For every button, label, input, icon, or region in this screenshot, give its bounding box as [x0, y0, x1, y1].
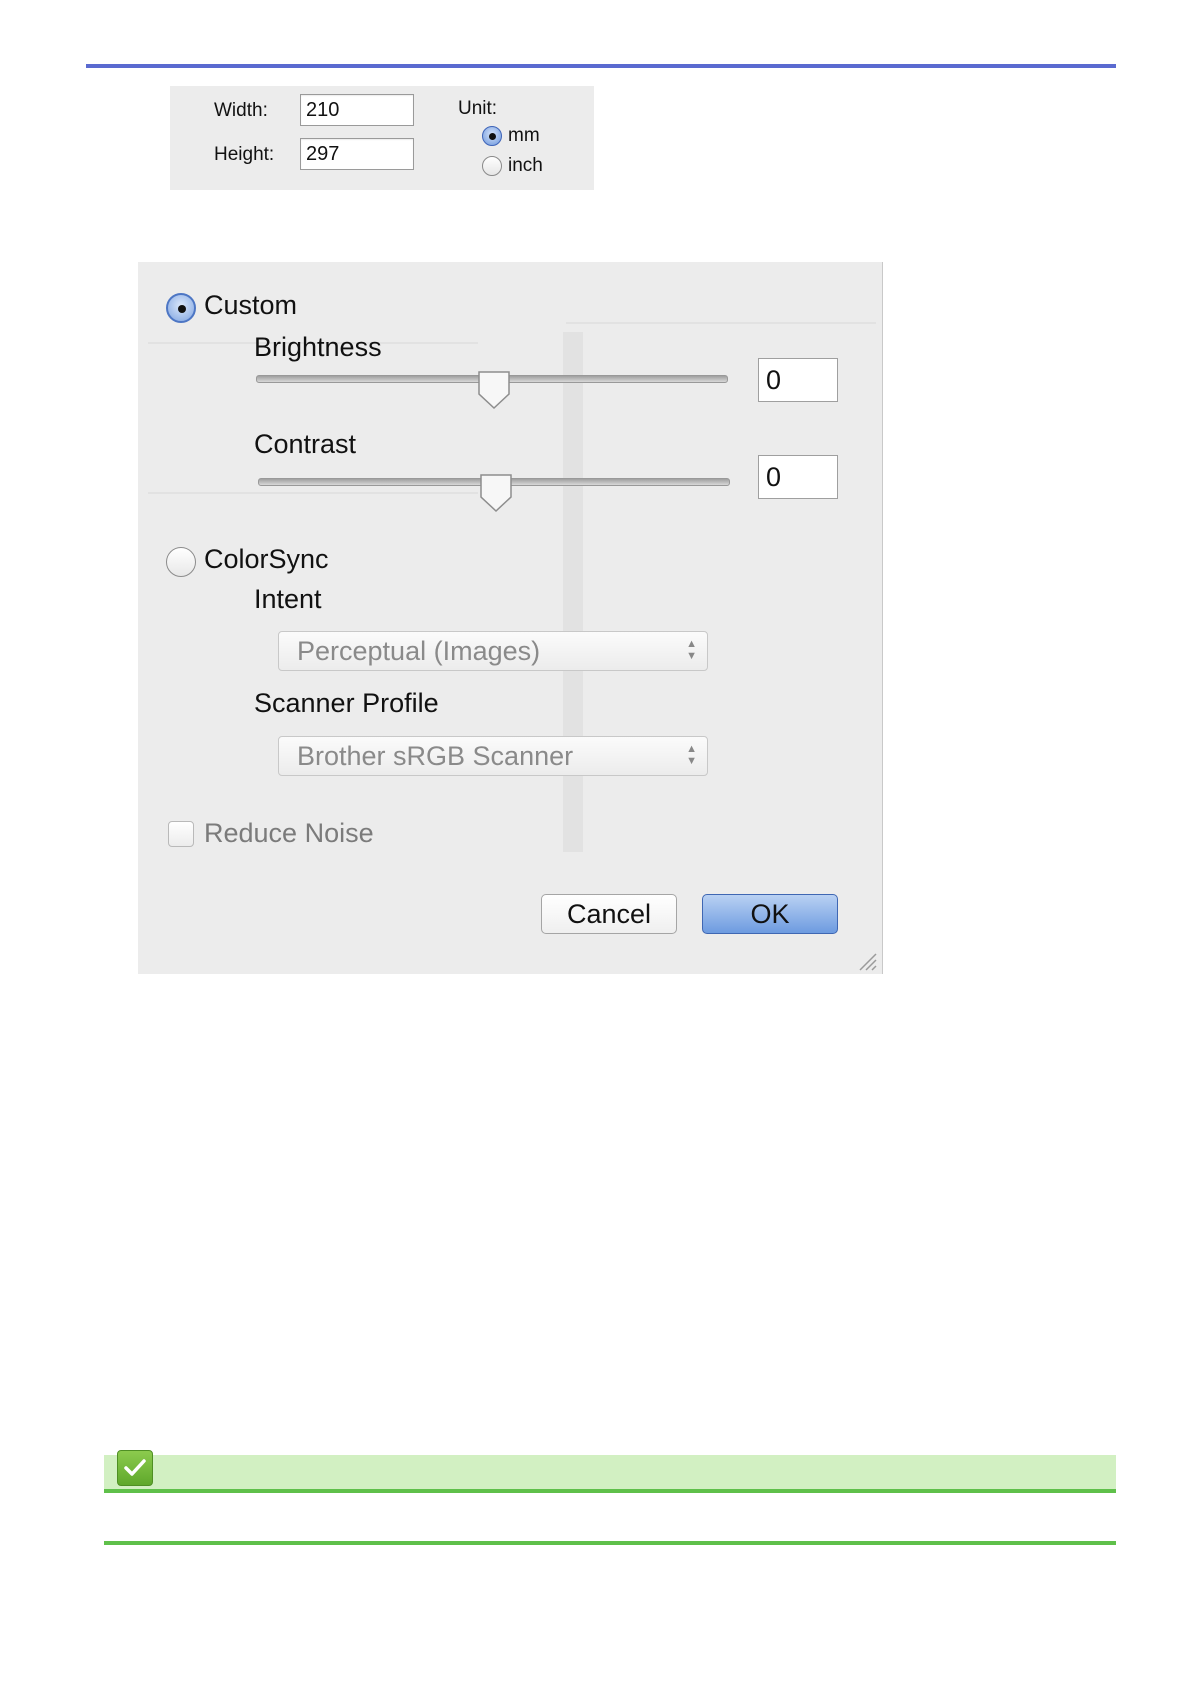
colorsync-radio[interactable]: [166, 547, 196, 577]
brightness-label: Brightness: [254, 332, 382, 362]
note-bar: [104, 1455, 1116, 1492]
ok-button[interactable]: OK: [702, 894, 838, 934]
custom-label: Custom: [204, 290, 298, 320]
scanner-profile-label: Scanner Profile: [254, 688, 439, 718]
contrast-value-field[interactable]: 0: [758, 455, 838, 499]
scanner-profile-popup[interactable]: Brother sRGB Scanner ▲ ▼: [278, 736, 708, 776]
height-label: Height:: [214, 144, 275, 165]
background-ghost-line: [566, 322, 876, 324]
brightness-value-field[interactable]: 0: [758, 358, 838, 402]
background-ghost-line: [148, 492, 478, 494]
chevron-updown-icon: ▲ ▼: [686, 638, 697, 662]
unit-mm-radio[interactable]: [482, 126, 502, 146]
reduce-noise-checkbox[interactable]: [168, 821, 194, 847]
scanner-profile-popup-value: Brother sRGB Scanner: [297, 741, 574, 771]
note-bottom-rule: [104, 1541, 1116, 1545]
custom-radio[interactable]: [166, 293, 196, 323]
contrast-label: Contrast: [254, 429, 357, 459]
unit-inch-label: inch: [508, 155, 543, 176]
contrast-slider-thumb[interactable]: [479, 473, 513, 513]
resize-grip-icon[interactable]: [856, 950, 878, 972]
unit-mm-label: mm: [508, 125, 540, 146]
cancel-button[interactable]: Cancel: [541, 894, 677, 934]
intent-label: Intent: [254, 584, 322, 614]
height-field[interactable]: 297: [300, 138, 414, 170]
intent-popup-value: Perceptual (Images): [297, 636, 541, 666]
top-rule: [86, 64, 1116, 68]
check-icon: [117, 1450, 153, 1486]
width-field[interactable]: 210: [300, 94, 414, 126]
brightness-slider-thumb[interactable]: [477, 370, 511, 410]
unit-label: Unit:: [458, 98, 498, 119]
note-divider: [104, 1489, 1116, 1493]
scan-size-panel: Width: 210 Height: 297 Unit: mm inch: [170, 86, 594, 190]
intent-popup[interactable]: Perceptual (Images) ▲ ▼: [278, 631, 708, 671]
color-settings-dialog: Custom Brightness 0 Contrast 0 ColorSync…: [138, 262, 883, 974]
reduce-noise-label: Reduce Noise: [204, 818, 374, 848]
colorsync-label: ColorSync: [204, 544, 329, 574]
chevron-updown-icon: ▲ ▼: [686, 743, 697, 767]
width-label: Width:: [214, 100, 268, 121]
unit-inch-radio[interactable]: [482, 156, 502, 176]
